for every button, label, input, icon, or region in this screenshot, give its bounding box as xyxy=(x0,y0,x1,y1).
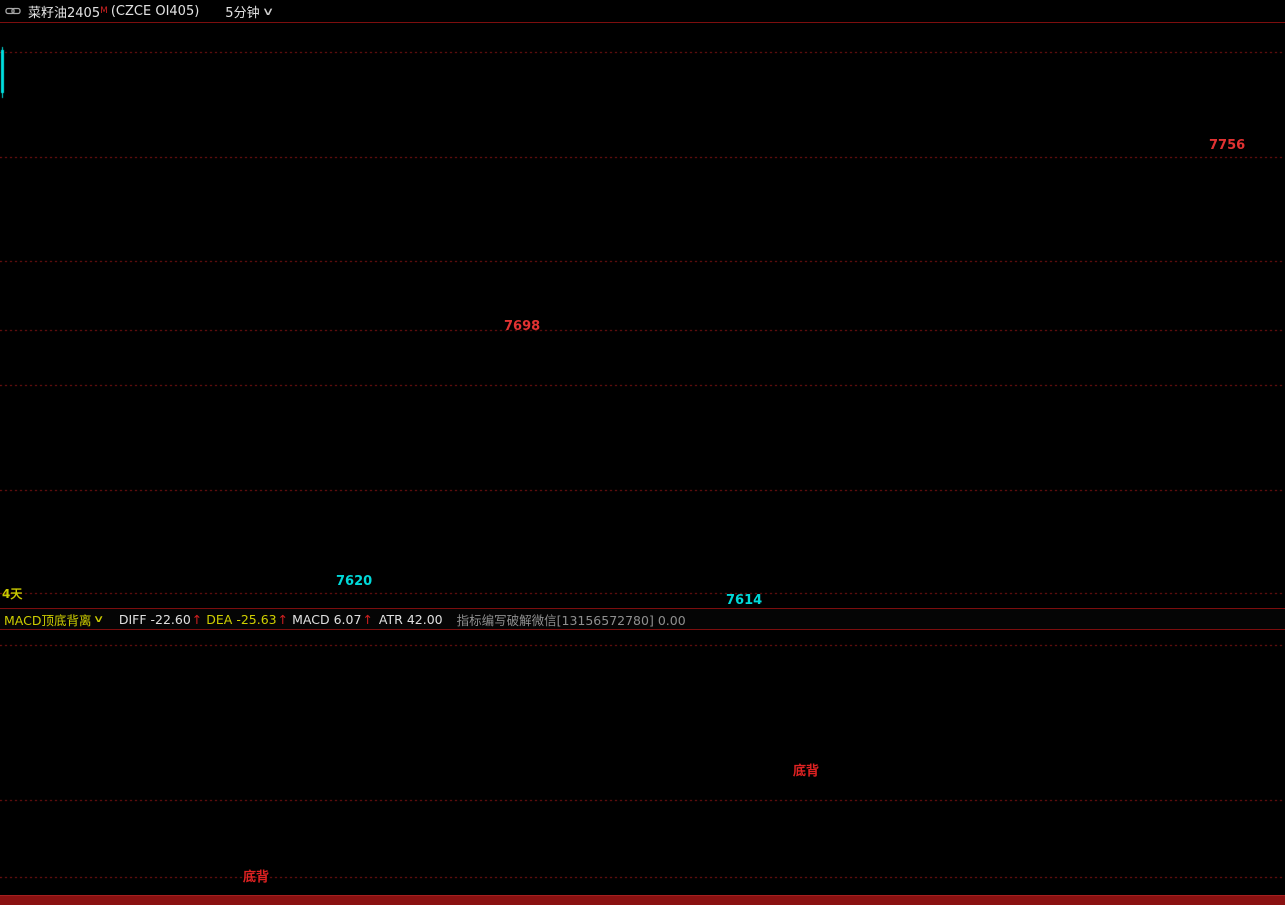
trading-app-window: { "header": { "instrument": "菜籽油2405", "… xyxy=(0,0,1285,905)
indicator-bar-divider xyxy=(0,629,1285,630)
indicator-bar: MACD顶底背离 ∨ DIFF -22.60↑ DEA -25.63↑ MACD… xyxy=(0,609,1285,629)
main-contract-flag: M xyxy=(100,6,108,16)
indicator-name-label[interactable]: MACD顶底背离 xyxy=(4,610,91,629)
up-arrow-icon: ↑ xyxy=(362,611,373,627)
divergence-label-right: 底背 xyxy=(793,764,820,779)
title-bar: 菜籽油2405 M (CZCE OI405) 5分钟 ∨ xyxy=(0,0,1285,23)
period-label[interactable]: 5分钟 xyxy=(225,2,259,21)
chevron-down-icon[interactable]: ∨ xyxy=(261,5,274,18)
up-arrow-icon: ↑ xyxy=(277,611,289,627)
link-icon[interactable] xyxy=(5,6,21,16)
visible-span-label: 4天 xyxy=(2,587,23,601)
macd-readout: MACD 6.07↑ xyxy=(292,611,373,627)
up-arrow-icon: ↑ xyxy=(191,611,203,627)
indicator-selector[interactable]: MACD顶底背离 ∨ xyxy=(4,610,105,629)
price-label-secondary-low: 7614 xyxy=(726,593,763,608)
dea-readout: DEA -25.63↑ xyxy=(206,611,289,627)
price-label-swing-low: 7620 xyxy=(336,574,373,589)
instrument-title[interactable]: 菜籽油2405 xyxy=(28,2,100,21)
exchange-code: (CZCE OI405) xyxy=(110,3,200,19)
indicator-watermark-note: 指标编写破解微信[13156572780] 0.00 xyxy=(456,612,686,628)
period-selector[interactable]: 5分钟 ∨ xyxy=(225,2,274,21)
chevron-down-icon[interactable]: ∨ xyxy=(93,614,105,625)
atr-readout: ATR 42.00 xyxy=(378,611,443,627)
price-label-session-high: 7756 xyxy=(1209,138,1246,153)
divergence-label-left: 底背 xyxy=(243,870,270,885)
candlestick-macd-chart-canvas[interactable] xyxy=(0,0,1285,904)
diff-readout: DIFF -22.60↑ xyxy=(118,611,203,627)
price-label-swing-high: 7698 xyxy=(504,319,541,334)
